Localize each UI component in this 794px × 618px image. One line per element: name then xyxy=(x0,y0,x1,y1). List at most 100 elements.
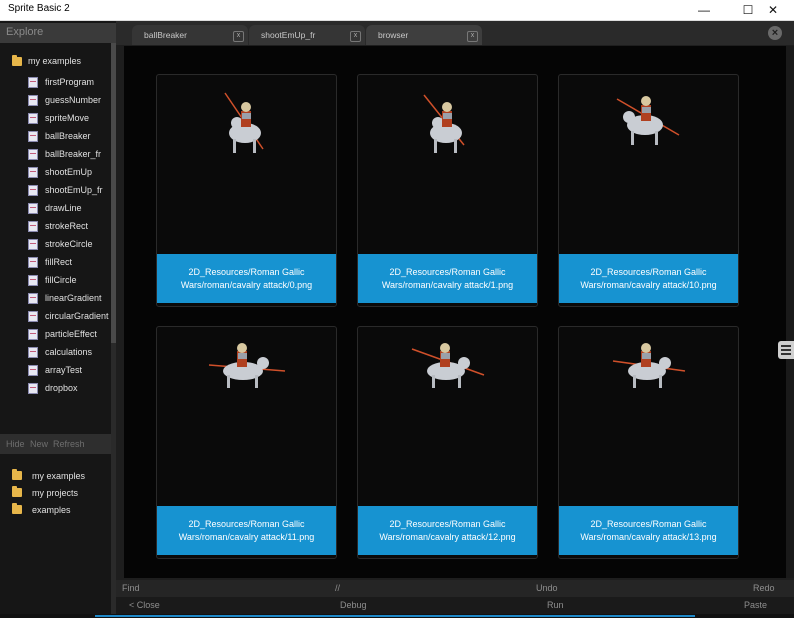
file-item[interactable]: strokeCircle xyxy=(28,235,109,253)
hide-button[interactable]: Hide xyxy=(6,439,25,449)
file-label: shootEmUp_fr xyxy=(45,185,103,195)
close-all-icon[interactable]: × xyxy=(768,26,782,40)
browser-scrollbar[interactable] xyxy=(786,46,794,578)
file-label: particleEffect xyxy=(45,329,97,339)
file-item[interactable]: strokeRect xyxy=(28,217,109,235)
sprite-card[interactable]: 2D_Resources/Roman Gallic Wars/roman/cav… xyxy=(156,74,337,307)
sidebar-actions: Hide New Refresh xyxy=(0,434,111,454)
file-item[interactable]: spriteMove xyxy=(28,109,109,127)
editor-toolbar: Find // Undo Redo xyxy=(116,580,794,597)
folder-icon xyxy=(12,486,22,497)
file-item[interactable]: shootEmUp_fr xyxy=(28,181,109,199)
file-icon xyxy=(28,310,38,322)
new-button[interactable]: New xyxy=(30,439,48,449)
file-item[interactable]: arrayTest xyxy=(28,361,109,379)
close-tab-icon[interactable]: x xyxy=(350,31,361,42)
cavalry-sprite xyxy=(224,92,264,153)
file-icon xyxy=(28,346,38,358)
tab-shootemup-fr[interactable]: shootEmUp_fr x xyxy=(249,25,365,45)
tab-browser[interactable]: browser x xyxy=(366,25,482,45)
sprite-caption: 2D_Resources/Roman Gallic Wars/roman/cav… xyxy=(559,506,738,555)
file-item[interactable]: linearGradient xyxy=(28,289,109,307)
status-line xyxy=(0,614,794,618)
file-item[interactable]: ballBreaker_fr xyxy=(28,145,109,163)
file-item[interactable]: guessNumber xyxy=(28,91,109,109)
sprite-caption: 2D_Resources/Roman Gallic Wars/roman/cav… xyxy=(358,506,537,555)
sprite-card[interactable]: 2D_Resources/Roman Gallic Wars/roman/cav… xyxy=(357,74,538,307)
main-area: ballBreaker x shootEmUp_fr x browser x × xyxy=(116,21,794,618)
file-label: ballBreaker_fr xyxy=(45,149,102,159)
project-examples[interactable]: examples xyxy=(12,501,85,518)
file-icon xyxy=(28,94,38,106)
file-item[interactable]: shootEmUp xyxy=(28,163,109,181)
file-icon xyxy=(28,256,38,268)
close-tab-icon[interactable]: x xyxy=(467,31,478,42)
file-label: arrayTest xyxy=(45,365,83,375)
tab-bar: ballBreaker x shootEmUp_fr x browser x × xyxy=(116,21,794,45)
sprite-browser: 2D_Resources/Roman Gallic Wars/roman/cav… xyxy=(124,46,786,578)
folder-icon xyxy=(12,469,22,480)
explore-label: Explore xyxy=(6,26,44,38)
close-window-button[interactable]: ✕ xyxy=(752,0,794,20)
refresh-button[interactable]: Refresh xyxy=(53,439,85,449)
undo-button[interactable]: Undo xyxy=(536,583,558,593)
redo-button[interactable]: Redo xyxy=(753,583,775,593)
file-label: linearGradient xyxy=(45,293,102,303)
paste-button[interactable]: Paste xyxy=(744,600,767,610)
file-item[interactable]: ballBreaker xyxy=(28,127,109,145)
file-label: dropbox xyxy=(45,383,78,393)
file-item[interactable]: particleEffect xyxy=(28,325,109,343)
file-icon xyxy=(28,202,38,214)
debug-button[interactable]: Debug xyxy=(340,600,367,610)
sprite-card[interactable]: 2D_Resources/Roman Gallic Wars/roman/cav… xyxy=(357,326,538,559)
close-tab-icon[interactable]: x xyxy=(233,31,244,42)
sprite-card[interactable]: 2D_Resources/Roman Gallic Wars/roman/cav… xyxy=(558,326,739,559)
project-label: my examples xyxy=(32,470,86,481)
file-icon xyxy=(28,328,38,340)
file-item[interactable]: calculations xyxy=(28,343,109,361)
sidebar: Explore my examples firstProgram guessNu… xyxy=(0,21,116,618)
sprite-card[interactable]: 2D_Resources/Roman Gallic Wars/roman/cav… xyxy=(156,326,337,559)
sprite-caption: 2D_Resources/Roman Gallic Wars/roman/cav… xyxy=(157,254,336,303)
file-item[interactable]: fillRect xyxy=(28,253,109,271)
file-item[interactable]: drawLine xyxy=(28,199,109,217)
file-label: strokeCircle xyxy=(45,239,93,249)
folder-my-examples[interactable]: my examples xyxy=(12,54,81,68)
comment-button[interactable]: // xyxy=(335,583,340,593)
run-button[interactable]: Run xyxy=(547,600,564,610)
title-bar: Sprite Basic 2 — ☐ ✕ xyxy=(0,0,794,21)
minimize-button[interactable]: — xyxy=(683,0,725,20)
app-area: Explore my examples firstProgram guessNu… xyxy=(0,21,794,618)
file-icon xyxy=(28,238,38,250)
file-label: drawLine xyxy=(45,203,82,213)
file-item[interactable]: circularGradient xyxy=(28,307,109,325)
file-label: ballBreaker xyxy=(45,131,91,141)
file-icon xyxy=(28,220,38,232)
project-my-projects[interactable]: my projects xyxy=(12,484,85,501)
file-label: fillRect xyxy=(45,257,73,267)
sprite-caption: 2D_Resources/Roman Gallic Wars/roman/cav… xyxy=(358,254,537,303)
project-my-examples[interactable]: my examples xyxy=(12,467,85,484)
find-button[interactable]: Find xyxy=(122,583,140,593)
sprite-card[interactable]: 2D_Resources/Roman Gallic Wars/roman/cav… xyxy=(558,74,739,307)
sprite-caption: 2D_Resources/Roman Gallic Wars/roman/cav… xyxy=(559,254,738,303)
file-item[interactable]: firstProgram xyxy=(28,73,109,91)
file-icon xyxy=(28,76,38,88)
file-label: spriteMove xyxy=(45,113,90,123)
window-title: Sprite Basic 2 xyxy=(8,3,70,14)
close-button[interactable]: < Close xyxy=(129,600,160,610)
file-item[interactable]: fillCircle xyxy=(28,271,109,289)
file-icon xyxy=(28,274,38,286)
project-list: my examples my projects examples xyxy=(12,467,85,518)
file-icon xyxy=(28,130,38,142)
file-item[interactable]: dropbox xyxy=(28,379,109,397)
tab-label: shootEmUp_fr xyxy=(261,30,316,40)
file-label: guessNumber xyxy=(45,95,102,105)
file-icon xyxy=(28,148,38,160)
tab-ballbreaker[interactable]: ballBreaker x xyxy=(132,25,248,45)
cavalry-sprite xyxy=(423,94,465,153)
file-label: shootEmUp xyxy=(45,167,93,177)
file-icon xyxy=(28,292,38,304)
sprite-caption: 2D_Resources/Roman Gallic Wars/roman/cav… xyxy=(157,506,336,555)
menu-icon[interactable] xyxy=(778,341,794,359)
